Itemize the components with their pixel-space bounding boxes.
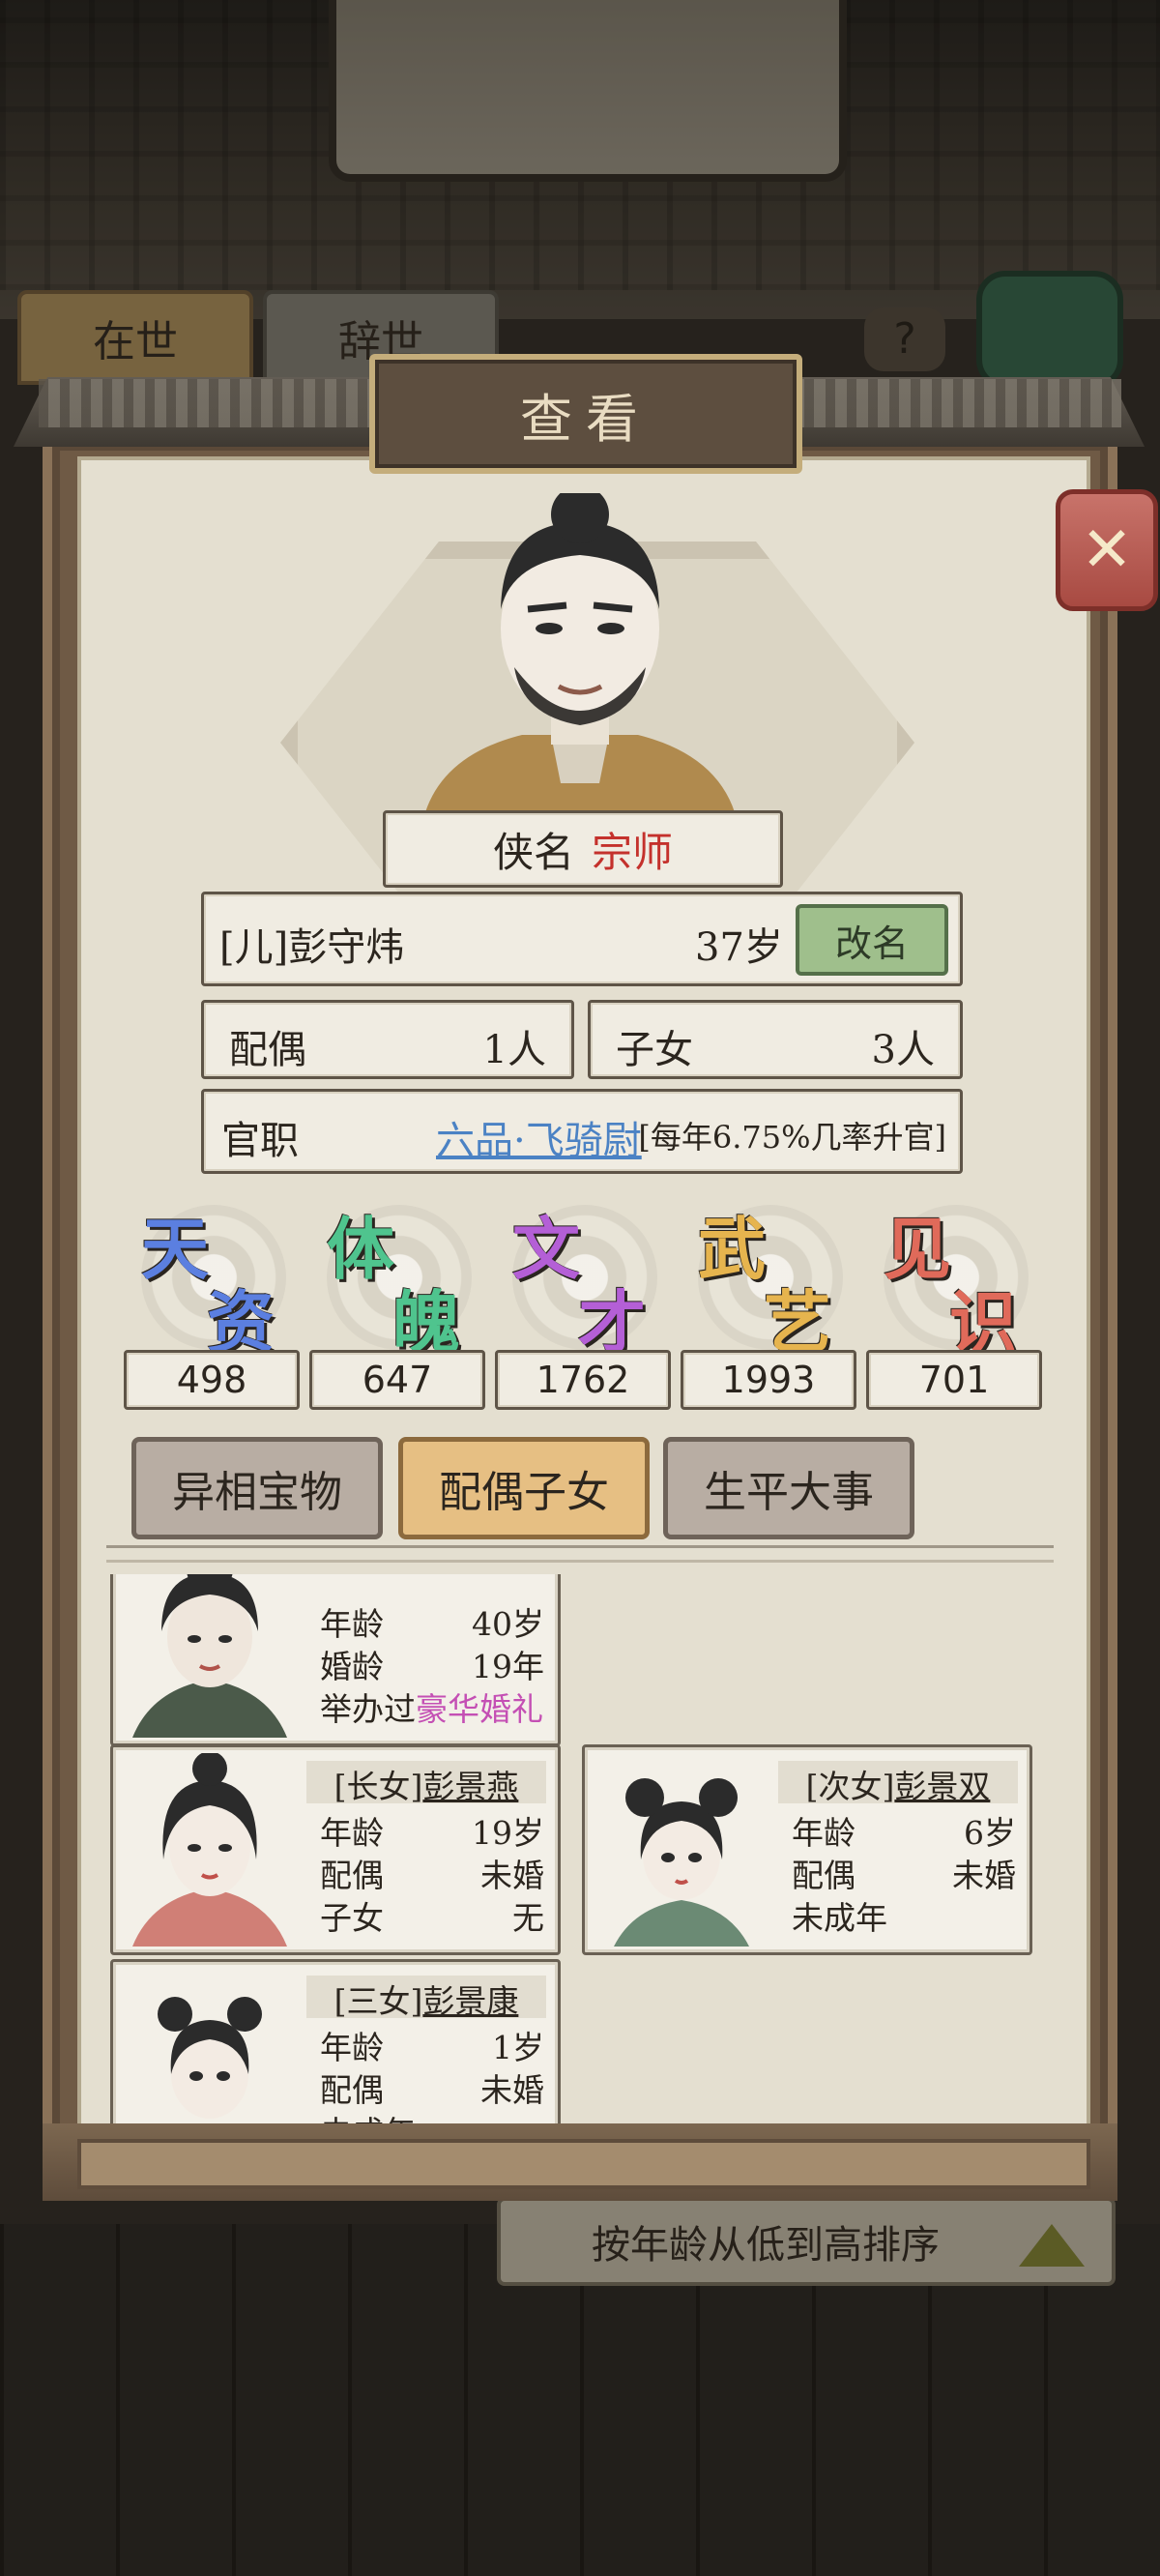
attribute-martial-value: 1993: [681, 1350, 856, 1410]
child-avatar: [614, 1778, 749, 1947]
attribute-char-1: 体: [327, 1209, 394, 1289]
spouse-age-label: 年龄: [320, 1605, 384, 1643]
child-tag: [三女]: [334, 1982, 423, 2020]
rename-button[interactable]: 改名: [796, 904, 948, 976]
child-tag: [长女]: [334, 1768, 423, 1805]
office-rank-link[interactable]: 六品·飞骑尉: [436, 1109, 642, 1165]
family-list[interactable]: 年龄 40岁 婚龄 19年 举办过豪华婚礼 [长女]彭景燕 年龄 19岁 配偶: [106, 1574, 1054, 2125]
spouse-avatar: [132, 1574, 287, 1738]
attribute-literary-value: 1762: [495, 1350, 671, 1410]
spouse-wedding-row: 举办过豪华婚礼: [320, 1683, 544, 1730]
dialog-bottom-rail: [77, 2139, 1090, 2189]
close-icon: ✕: [1081, 514, 1133, 586]
hero-name-row: [儿]彭守炜 37岁 改名: [201, 892, 963, 986]
child-spouse-label: 配偶: [792, 1857, 856, 1894]
children-count-box: 子女 3人: [588, 1000, 963, 1079]
spouse-count: 1人: [482, 1028, 546, 1072]
child-name[interactable]: 彭景双: [894, 1768, 990, 1805]
child-age-label: 年龄: [320, 1814, 384, 1852]
child-header: [三女]彭景康: [306, 1976, 546, 2020]
spouse-marriage-label: 婚龄: [320, 1648, 384, 1685]
hero-title-label: 侠名: [492, 828, 574, 876]
wedding-prefix: 举办过: [320, 1690, 416, 1728]
child-spouse-label: 配偶: [320, 2071, 384, 2109]
spouse-marriage-years: 19年: [472, 1648, 544, 1685]
close-button[interactable]: ✕: [1056, 489, 1158, 611]
spouse-label: 配偶: [229, 1028, 306, 1072]
child-age: 1岁: [492, 2029, 544, 2066]
child-avatar: [132, 1753, 287, 1947]
hero-title-value: 宗师: [592, 828, 674, 876]
spouse-count-box: 配偶 1人: [201, 1000, 574, 1079]
attribute-char-1: 见: [884, 1209, 951, 1289]
child-card[interactable]: [次女]彭景双 年龄 6岁 配偶 未婚 未成年: [582, 1744, 1032, 1955]
child-avatar: [158, 1997, 262, 2119]
child-name[interactable]: 彭景燕: [422, 1768, 518, 1805]
child-spouse-label: 配偶: [320, 1857, 384, 1894]
child-header: [次女]彭景双: [778, 1761, 1018, 1805]
spouse-card[interactable]: 年龄 40岁 婚龄 19年 举办过豪华婚礼: [110, 1574, 561, 1746]
hero-name: [儿]彭守炜: [219, 925, 405, 970]
child-spouse: 未婚: [952, 1857, 1016, 1894]
child-spouse: 未婚: [480, 2071, 544, 2109]
attribute-physique-value: 647: [309, 1350, 485, 1410]
child-age: 6岁: [964, 1814, 1016, 1852]
child-header: [长女]彭景燕: [306, 1761, 546, 1805]
child-age-label: 年龄: [792, 1814, 856, 1852]
child-spouse: 未婚: [480, 1857, 544, 1894]
hero-age: 37岁: [695, 925, 783, 970]
child-card[interactable]: [三女]彭景康 年龄 1岁 配偶 未婚 未成年: [110, 1959, 561, 2125]
office-label: 官职: [221, 1119, 299, 1163]
child-age-label: 年龄: [320, 2029, 384, 2066]
child-card[interactable]: [长女]彭景燕 年龄 19岁 配偶 未婚 子女 无: [110, 1744, 561, 1955]
dialog-title: 查看: [369, 354, 802, 474]
attribute-char-1: 武: [698, 1209, 766, 1289]
spouse-age: 40岁: [472, 1605, 544, 1643]
child-tag: [次女]: [805, 1768, 895, 1805]
wedding-type: 豪华婚礼: [416, 1690, 543, 1728]
attribute-char-1: 天: [141, 1209, 209, 1289]
attribute-char-1: 文: [512, 1209, 580, 1289]
tab-spouse-children[interactable]: 配偶子女: [398, 1437, 650, 1539]
child-age: 19岁: [472, 1814, 544, 1852]
office-promotion-note: [每年6.75%几率升官]: [638, 1119, 946, 1156]
tab-treasures[interactable]: 异相宝物: [131, 1437, 383, 1539]
attribute-talent-value: 498: [124, 1350, 300, 1410]
tab-life-events[interactable]: 生平大事: [663, 1437, 914, 1539]
children-label: 子女: [616, 1028, 693, 1072]
section-divider: [106, 1545, 1054, 1563]
child-children: 无: [512, 1899, 544, 1937]
child-name[interactable]: 彭景康: [422, 1982, 518, 2020]
child-children-label: 子女: [320, 1899, 384, 1937]
hero-portrait: [425, 493, 735, 812]
office-box: 官职 六品·飞骑尉 [每年6.75%几率升官]: [201, 1089, 963, 1174]
attribute-insight-value: 701: [866, 1350, 1042, 1410]
hero-title-box: 侠名 宗师: [383, 810, 783, 888]
child-minor-status: 未成年: [792, 1899, 887, 1937]
children-count: 3人: [871, 1028, 935, 1072]
